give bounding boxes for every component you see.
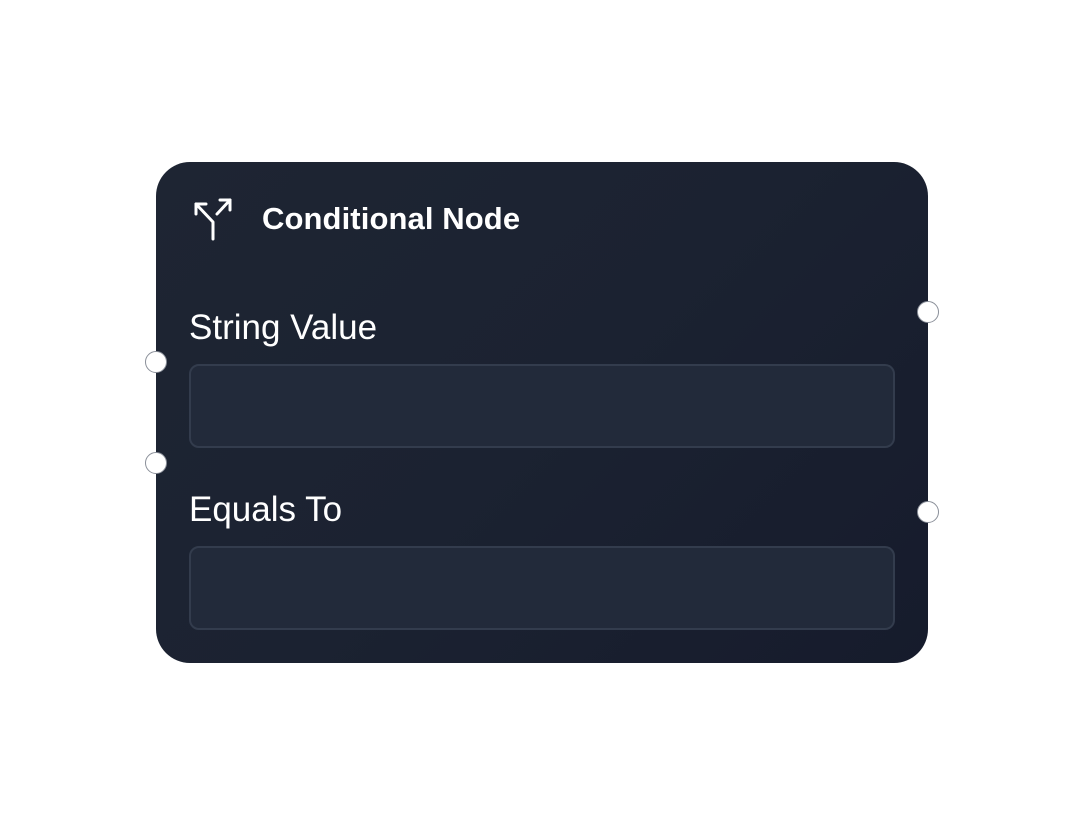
string-value-label: String Value (189, 308, 378, 347)
equals-to-input[interactable] (189, 546, 895, 630)
split-arrow-icon (190, 196, 236, 242)
flow-canvas: Conditional Node String Value Equals To (0, 0, 1076, 834)
node-title: Conditional Node (262, 201, 521, 236)
input-handle-string-value[interactable] (145, 351, 167, 373)
equals-to-label: Equals To (189, 490, 343, 529)
output-handle-false[interactable] (917, 501, 939, 523)
string-value-input[interactable] (189, 364, 895, 448)
node-header: Conditional Node (190, 196, 520, 242)
output-handle-true[interactable] (917, 301, 939, 323)
input-handle-equals-to[interactable] (145, 452, 167, 474)
conditional-node[interactable]: Conditional Node String Value Equals To (156, 162, 928, 663)
